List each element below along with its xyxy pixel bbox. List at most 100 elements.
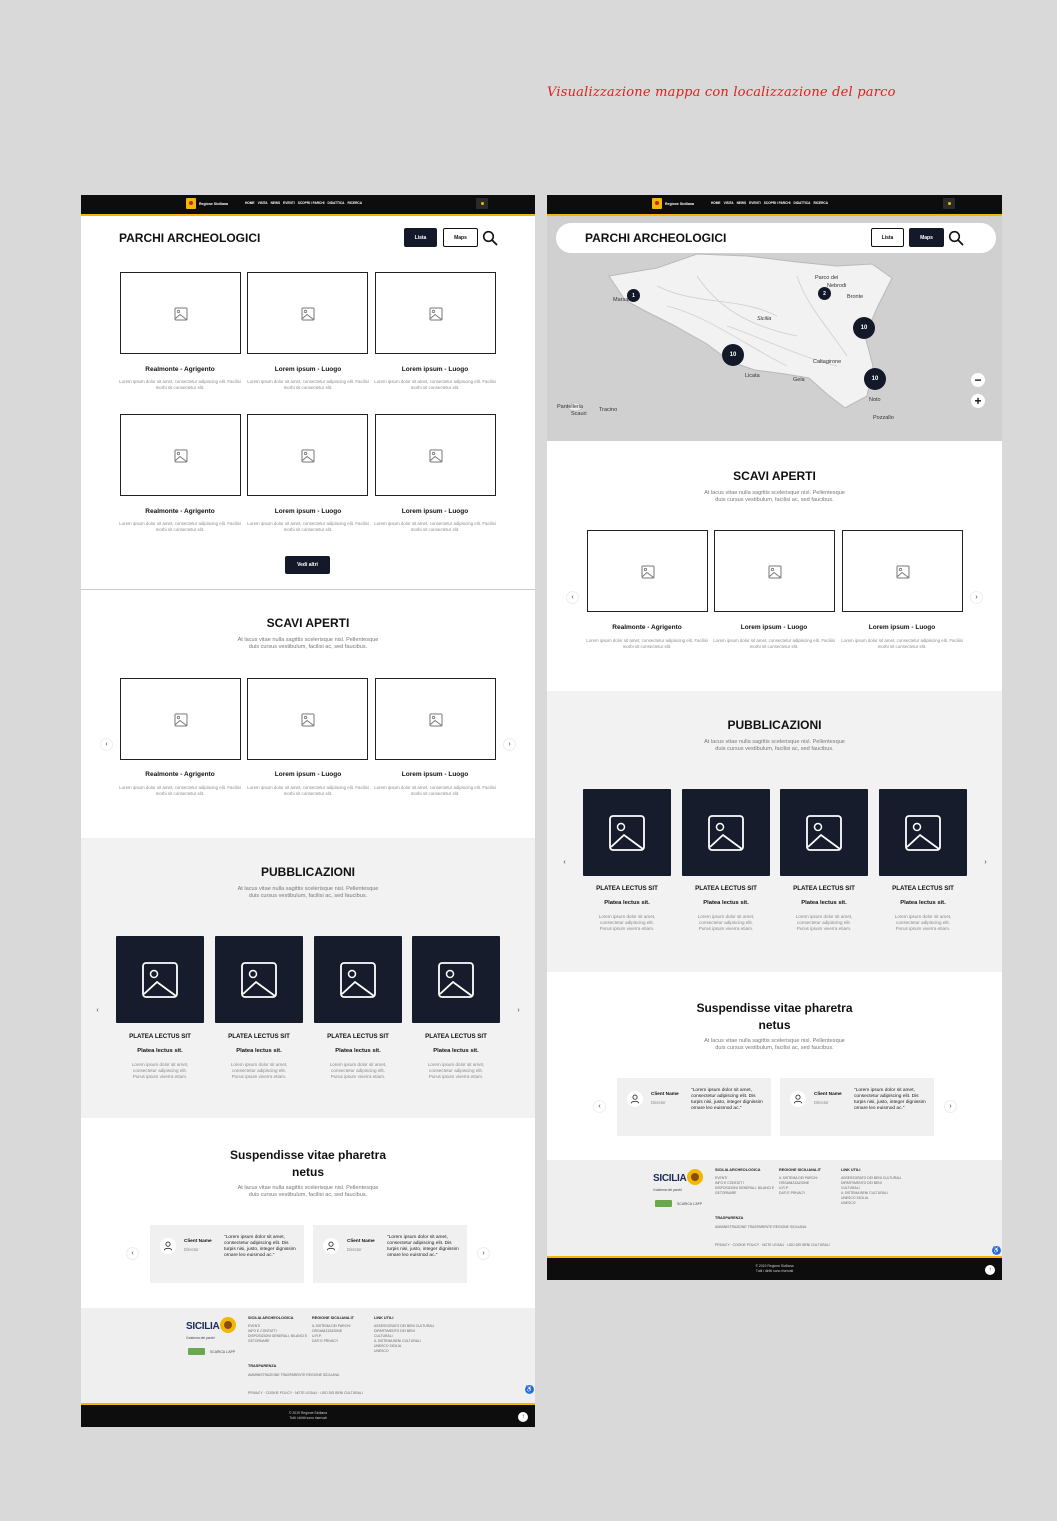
maps-button[interactable]: Maps [443,228,478,247]
footer-link[interactable]: UNESCO [841,1201,901,1206]
scavi-card-image[interactable] [120,678,241,760]
back-to-top-button[interactable]: ↑ [985,1265,995,1275]
carousel-prev-button[interactable]: ‹ [91,1004,104,1017]
publication-image[interactable] [682,789,770,876]
brand[interactable]: Regione Siciliana [186,198,228,209]
carousel-next-button[interactable]: › [944,1100,957,1113]
park-card-title[interactable]: Realmonte - Agrigento [116,508,244,515]
park-card-image[interactable] [247,272,368,354]
scavi-card-title[interactable]: Lorem ipsum - Luogo [838,624,966,631]
park-card-image[interactable] [120,272,241,354]
park-card-title[interactable]: Lorem ipsum - Luogo [371,366,499,373]
publication-title[interactable]: PLATEA LECTUS SIT [577,885,677,892]
carousel-prev-button[interactable]: ‹ [126,1247,139,1260]
accessibility-icon[interactable]: ♿ [992,1246,1001,1255]
map-cluster-pin[interactable]: 10 [853,317,875,339]
app-download-label[interactable]: SCARICA L'APP [677,1202,702,1206]
footer-logo-text[interactable]: SICILIA [653,1173,687,1184]
publication-image[interactable] [215,936,303,1023]
park-card-image[interactable] [247,414,368,496]
map-cluster-pin[interactable]: 10 [864,368,886,390]
accessibility-toggle-button[interactable] [943,198,955,209]
scavi-card-title[interactable]: Lorem ipsum - Luogo [371,771,499,778]
carousel-next-button[interactable]: › [970,591,983,604]
nav-item-home[interactable]: HOME [245,201,255,205]
park-card-image[interactable] [375,272,496,354]
app-store-badge[interactable] [655,1200,672,1207]
carousel-next-button[interactable]: › [979,856,992,869]
carousel-next-button[interactable]: › [503,738,516,751]
search-icon[interactable] [482,230,498,246]
carousel-prev-button[interactable]: ‹ [100,738,113,751]
scavi-card-title[interactable]: Lorem ipsum - Luogo [244,771,372,778]
zoom-out-button[interactable]: − [971,373,985,387]
carousel-prev-button[interactable]: ‹ [558,856,571,869]
map-cluster-pin[interactable]: 10 [722,344,744,366]
nav-item-news[interactable]: NEWS [737,201,747,205]
carousel-prev-button[interactable]: ‹ [566,591,579,604]
legal-links[interactable]: PRIVACY · COOKIE POLICY · NOTE LEGALI · … [248,1391,363,1396]
scavi-card-title[interactable]: Lorem ipsum - Luogo [710,624,838,631]
nav-item-didattica[interactable]: DIDATTICA [794,201,811,205]
brand[interactable]: Regione Siciliana [652,198,694,209]
park-card-title[interactable]: Lorem ipsum - Luogo [244,366,372,373]
search-icon[interactable] [948,230,964,246]
publication-image[interactable] [780,789,868,876]
publication-title[interactable]: PLATEA LECTUS SIT [406,1033,506,1040]
footer-logo-text[interactable]: SICILIA [186,1321,220,1332]
carousel-next-button[interactable]: › [512,1004,525,1017]
map-cluster-pin[interactable]: 1 [627,289,640,302]
nav-item-news[interactable]: NEWS [271,201,281,205]
nav-item-eventi[interactable]: EVENTI [283,201,295,205]
nav-item-home[interactable]: HOME [711,201,721,205]
footer-link[interactable]: DATI E PRIVACY [312,1339,350,1344]
maps-button[interactable]: Maps [909,228,944,247]
app-download-label[interactable]: SCARICA L'APP [210,1350,235,1354]
scavi-card-image[interactable] [247,678,368,760]
nav-item-eventi[interactable]: EVENTI [749,201,761,205]
publication-title[interactable]: PLATEA LECTUS SIT [209,1033,309,1040]
vedi-altri-button[interactable]: Vedi altri [285,556,330,574]
park-card-image[interactable] [375,414,496,496]
scavi-card-image[interactable] [714,530,835,612]
footer-link[interactable]: DATI E PRIVACY [779,1191,817,1196]
scavi-card-title[interactable]: Realmonte - Agrigento [583,624,711,631]
nav-item-didattica[interactable]: DIDATTICA [328,201,345,205]
zoom-in-button[interactable]: + [971,394,985,408]
footer-link[interactable]: UNESCO [374,1349,434,1354]
carousel-prev-button[interactable]: ‹ [593,1100,606,1113]
publication-title[interactable]: PLATEA LECTUS SIT [873,885,973,892]
accessibility-toggle-button[interactable] [476,198,488,209]
scavi-card-image[interactable] [375,678,496,760]
carousel-next-button[interactable]: › [477,1247,490,1260]
trasparenza-link[interactable]: AMMINISTRAZIONE TRASPARENTE REGIONE SICI… [715,1225,806,1230]
publication-image[interactable] [314,936,402,1023]
publication-title[interactable]: PLATEA LECTUS SIT [774,885,874,892]
accessibility-icon[interactable]: ♿ [525,1385,534,1394]
lista-button[interactable]: Lista [871,228,904,247]
publication-image[interactable] [116,936,204,1023]
publication-image[interactable] [583,789,671,876]
legal-links[interactable]: PRIVACY · COOKIE POLICY · NOTE LEGALI · … [715,1243,830,1248]
scavi-card-title[interactable]: Realmonte - Agrigento [116,771,244,778]
footer-link[interactable]: GETORNARE [248,1339,307,1344]
scavi-card-image[interactable] [842,530,963,612]
nav-item-scopri[interactable]: SCOPRI I PARCHI [298,201,325,205]
nav-item-ricerca[interactable]: RICERCA [347,201,362,205]
park-card-title[interactable]: Lorem ipsum - Luogo [371,508,499,515]
publication-title[interactable]: PLATEA LECTUS SIT [676,885,776,892]
nav-item-visita[interactable]: VISITA [258,201,268,205]
nav-item-scopri[interactable]: SCOPRI I PARCHI [764,201,791,205]
park-card-image[interactable] [120,414,241,496]
park-card-title[interactable]: Realmonte - Agrigento [116,366,244,373]
footer-link[interactable]: GETORNARE [715,1191,774,1196]
back-to-top-button[interactable]: ↑ [518,1412,528,1422]
map-cluster-pin[interactable]: 2 [818,287,831,300]
trasparenza-link[interactable]: AMMINISTRAZIONE TRASPARENTE REGIONE SICI… [248,1373,339,1378]
publication-title[interactable]: PLATEA LECTUS SIT [110,1033,210,1040]
lista-button[interactable]: Lista [404,228,437,247]
publication-title[interactable]: PLATEA LECTUS SIT [308,1033,408,1040]
nav-item-visita[interactable]: VISITA [724,201,734,205]
publication-image[interactable] [412,936,500,1023]
scavi-card-image[interactable] [587,530,708,612]
